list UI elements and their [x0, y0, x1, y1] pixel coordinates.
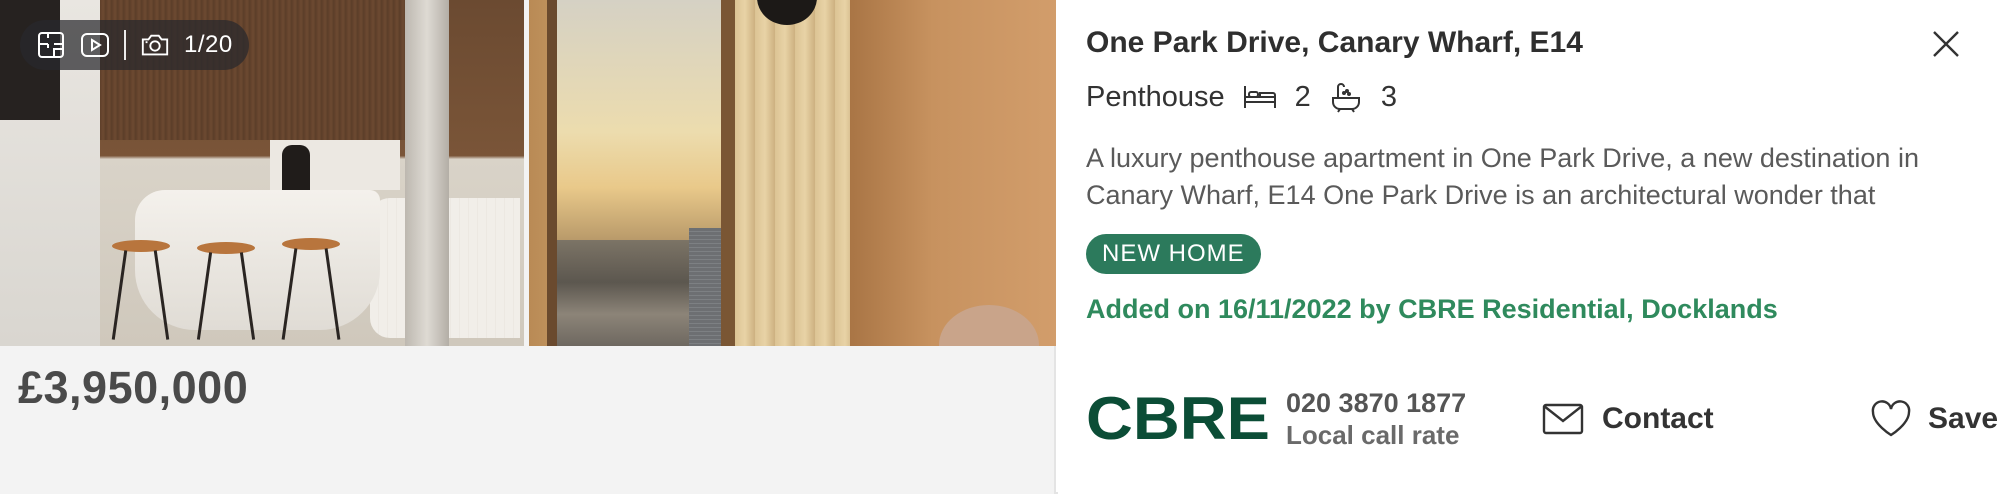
photo-detail — [111, 250, 128, 340]
listing-title[interactable]: One Park Drive, Canary Wharf, E14 — [1086, 26, 1583, 60]
video-play-icon[interactable] — [80, 30, 110, 60]
bed-icon — [1241, 78, 1279, 116]
call-rate-note: Local call rate — [1286, 420, 1460, 450]
svg-text:CBRE: CBRE — [1086, 395, 1270, 443]
envelope-icon — [1542, 403, 1584, 435]
agent-phone[interactable]: 020 3870 1877 — [1286, 387, 1466, 419]
close-icon — [1933, 31, 1959, 57]
photo-detail — [405, 0, 449, 346]
photo-detail — [112, 240, 170, 252]
photo-detail — [735, 0, 850, 346]
bedroom-count: 2 — [1294, 80, 1311, 113]
added-info: Added on 16/11/2022 by CBRE Residential,… — [1086, 294, 1778, 324]
listing-details: One Park Drive, Canary Wharf, E14 Pentho… — [1058, 0, 1998, 494]
close-button[interactable] — [1928, 26, 1964, 62]
save-label: Save — [1928, 402, 1998, 435]
agent-footer: CBRE 020 3870 1877 Local call rate Conta… — [1086, 384, 1998, 454]
toolbar-divider — [124, 30, 126, 60]
photo-detail — [135, 190, 380, 330]
contact-button[interactable]: Contact — [1542, 384, 1714, 454]
photo-detail — [282, 238, 340, 250]
property-card[interactable]: 1/20 £3,950,000 One Park Drive, Canary W… — [0, 0, 1998, 494]
photo-detail — [721, 0, 735, 346]
camera-icon[interactable] — [140, 30, 170, 60]
photo-detail — [850, 0, 1056, 346]
new-home-badge: NEW HOME — [1086, 234, 1261, 274]
bathroom-count: 3 — [1380, 80, 1397, 113]
listing-price: £3,950,000 — [18, 362, 249, 413]
photo-count: 1/20 — [184, 31, 233, 58]
gallery-photo-window[interactable] — [529, 0, 1056, 346]
bath-icon — [1327, 78, 1365, 116]
agent-phone-block: 020 3870 1877 Local call rate — [1286, 387, 1466, 451]
media-toolbar: 1/20 — [20, 20, 249, 70]
property-type: Penthouse — [1086, 80, 1225, 113]
contact-label: Contact — [1602, 402, 1714, 435]
listing-description: A luxury penthouse apartment in One Park… — [1086, 143, 1919, 210]
media-panel: 1/20 £3,950,000 — [0, 0, 1056, 494]
photo-detail — [197, 242, 255, 254]
photo-detail — [557, 0, 721, 240]
heart-icon — [1871, 400, 1911, 437]
photo-detail — [689, 228, 721, 346]
property-meta: Penthouse 2 3 — [1086, 76, 1397, 118]
save-button[interactable]: Save — [1870, 384, 1998, 454]
agent-logo[interactable]: CBRE — [1086, 394, 1270, 444]
floorplan-icon[interactable] — [36, 30, 66, 60]
photo-detail — [547, 0, 557, 346]
